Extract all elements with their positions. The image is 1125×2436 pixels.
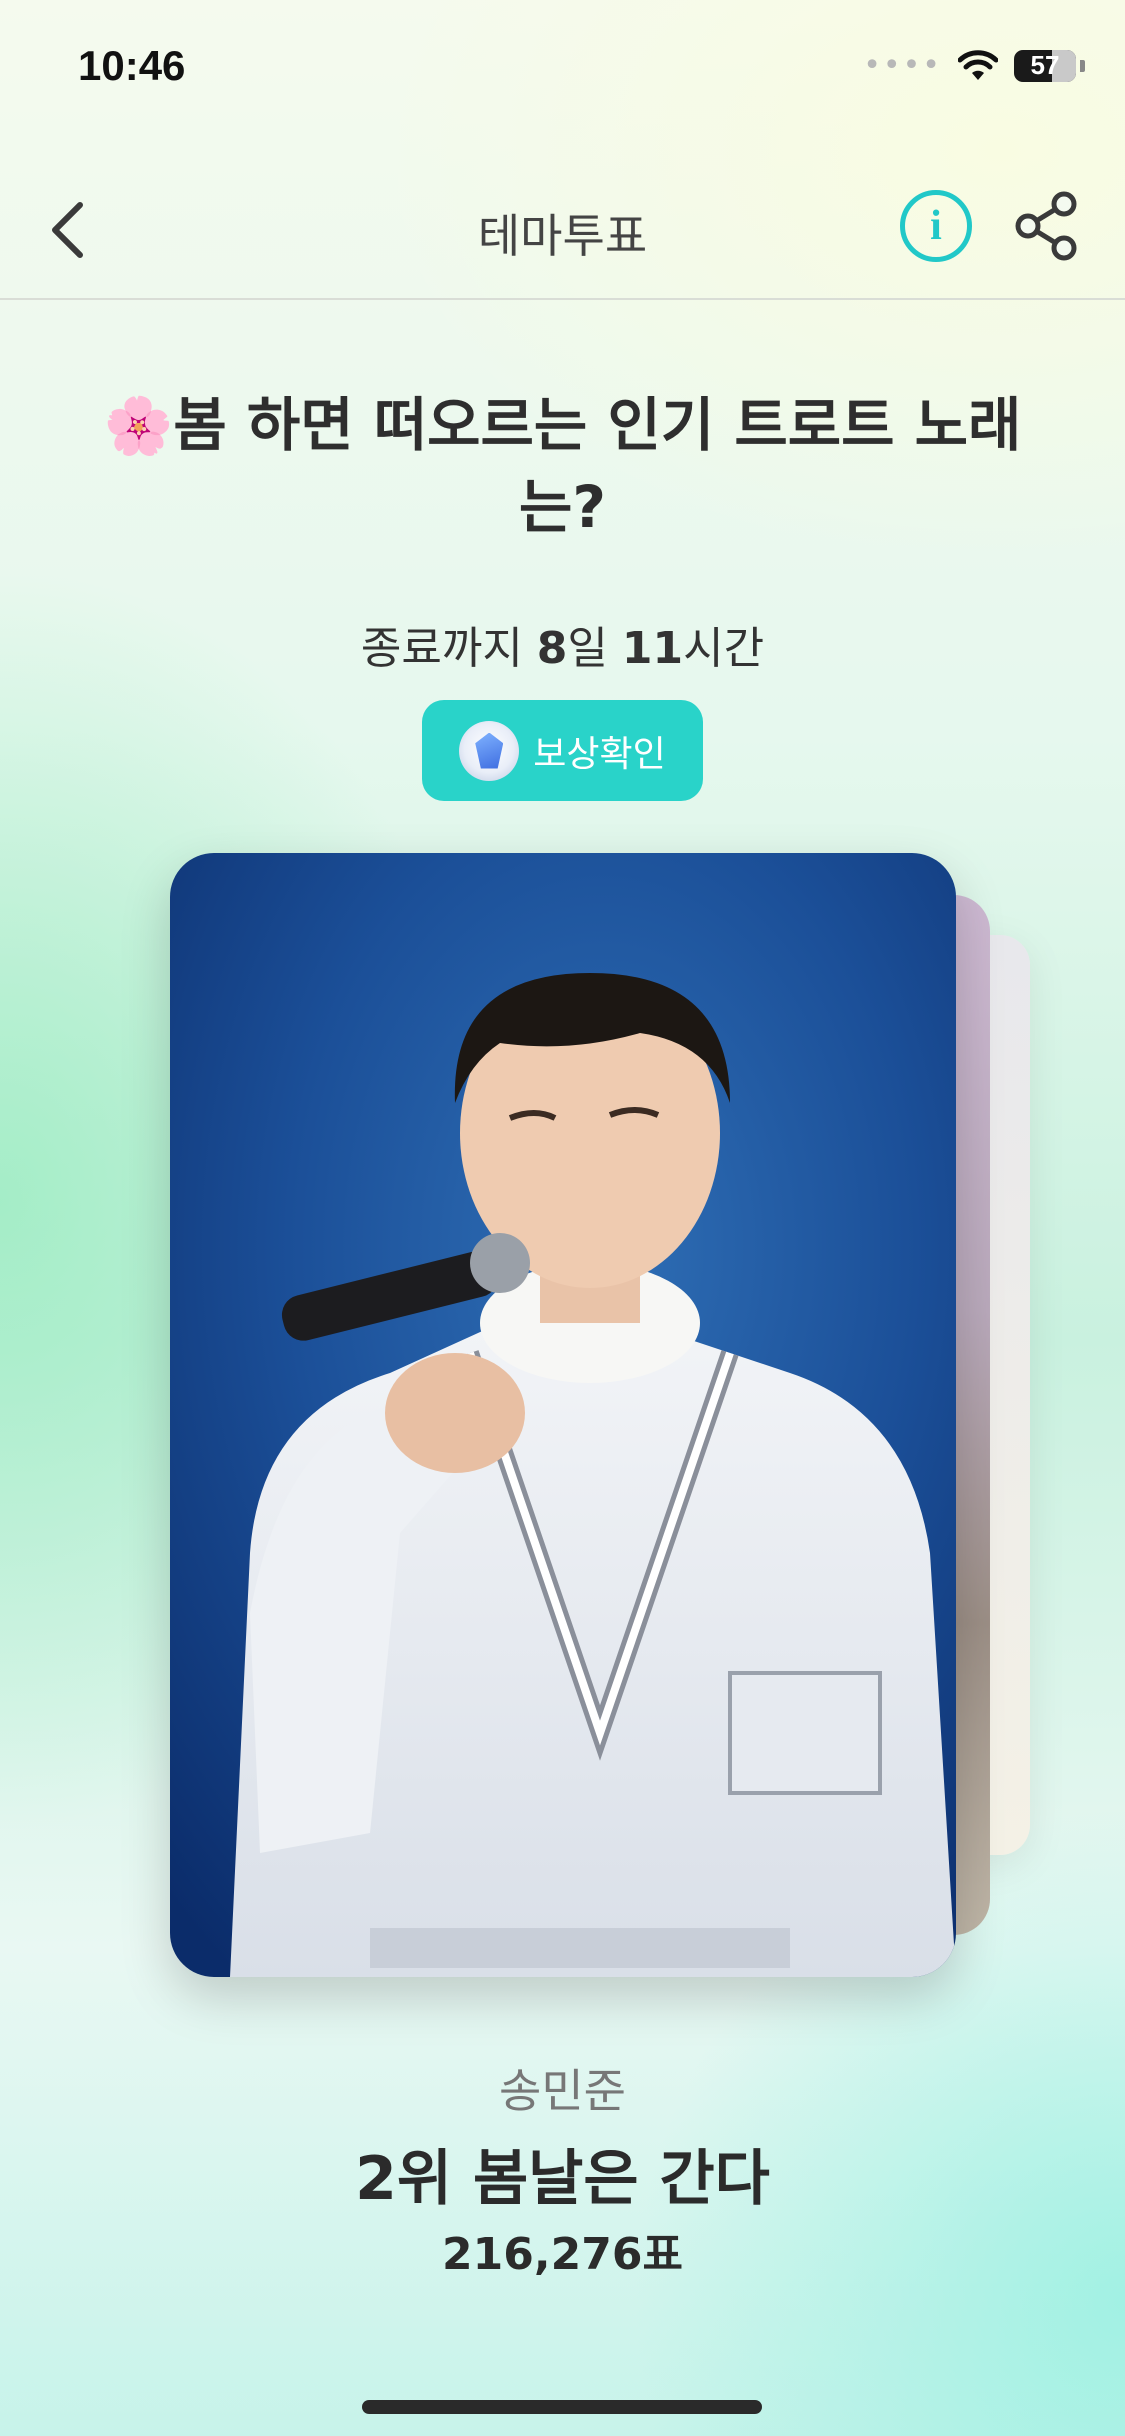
top-nav-bar: 테마투표 i [0,170,1125,300]
cherry-blossom-icon: 🌸 [103,394,174,459]
gem-icon [459,720,520,781]
battery-icon: 57 [1014,49,1076,82]
wifi-icon [958,49,998,80]
status-time: 10:46 [78,42,186,89]
candidate-artist: 송민준 [499,2064,626,2118]
candidate-rank-song: 2위 봄날은 간다 [355,2144,770,2214]
singer-photo [170,853,956,1977]
reward-button-label: 보상확인 [533,733,666,775]
candidate-photo-card[interactable] [170,853,956,1977]
home-indicator[interactable] [362,2400,762,2414]
info-icon[interactable]: i [900,190,972,262]
vote-title: 🌸봄 하면 떠오르는 인기 트로트 노래는? [103,391,1022,541]
reward-check-button[interactable]: 보상확인 [422,700,703,801]
signal-dots-icon: •••• [863,48,942,83]
share-icon[interactable] [1010,188,1082,264]
deadline-countdown: 종료까지 8일 11시간 [360,623,765,674]
status-indicators: •••• 57 [863,48,1085,83]
candidate-votes: 216,276표 [442,2229,683,2280]
